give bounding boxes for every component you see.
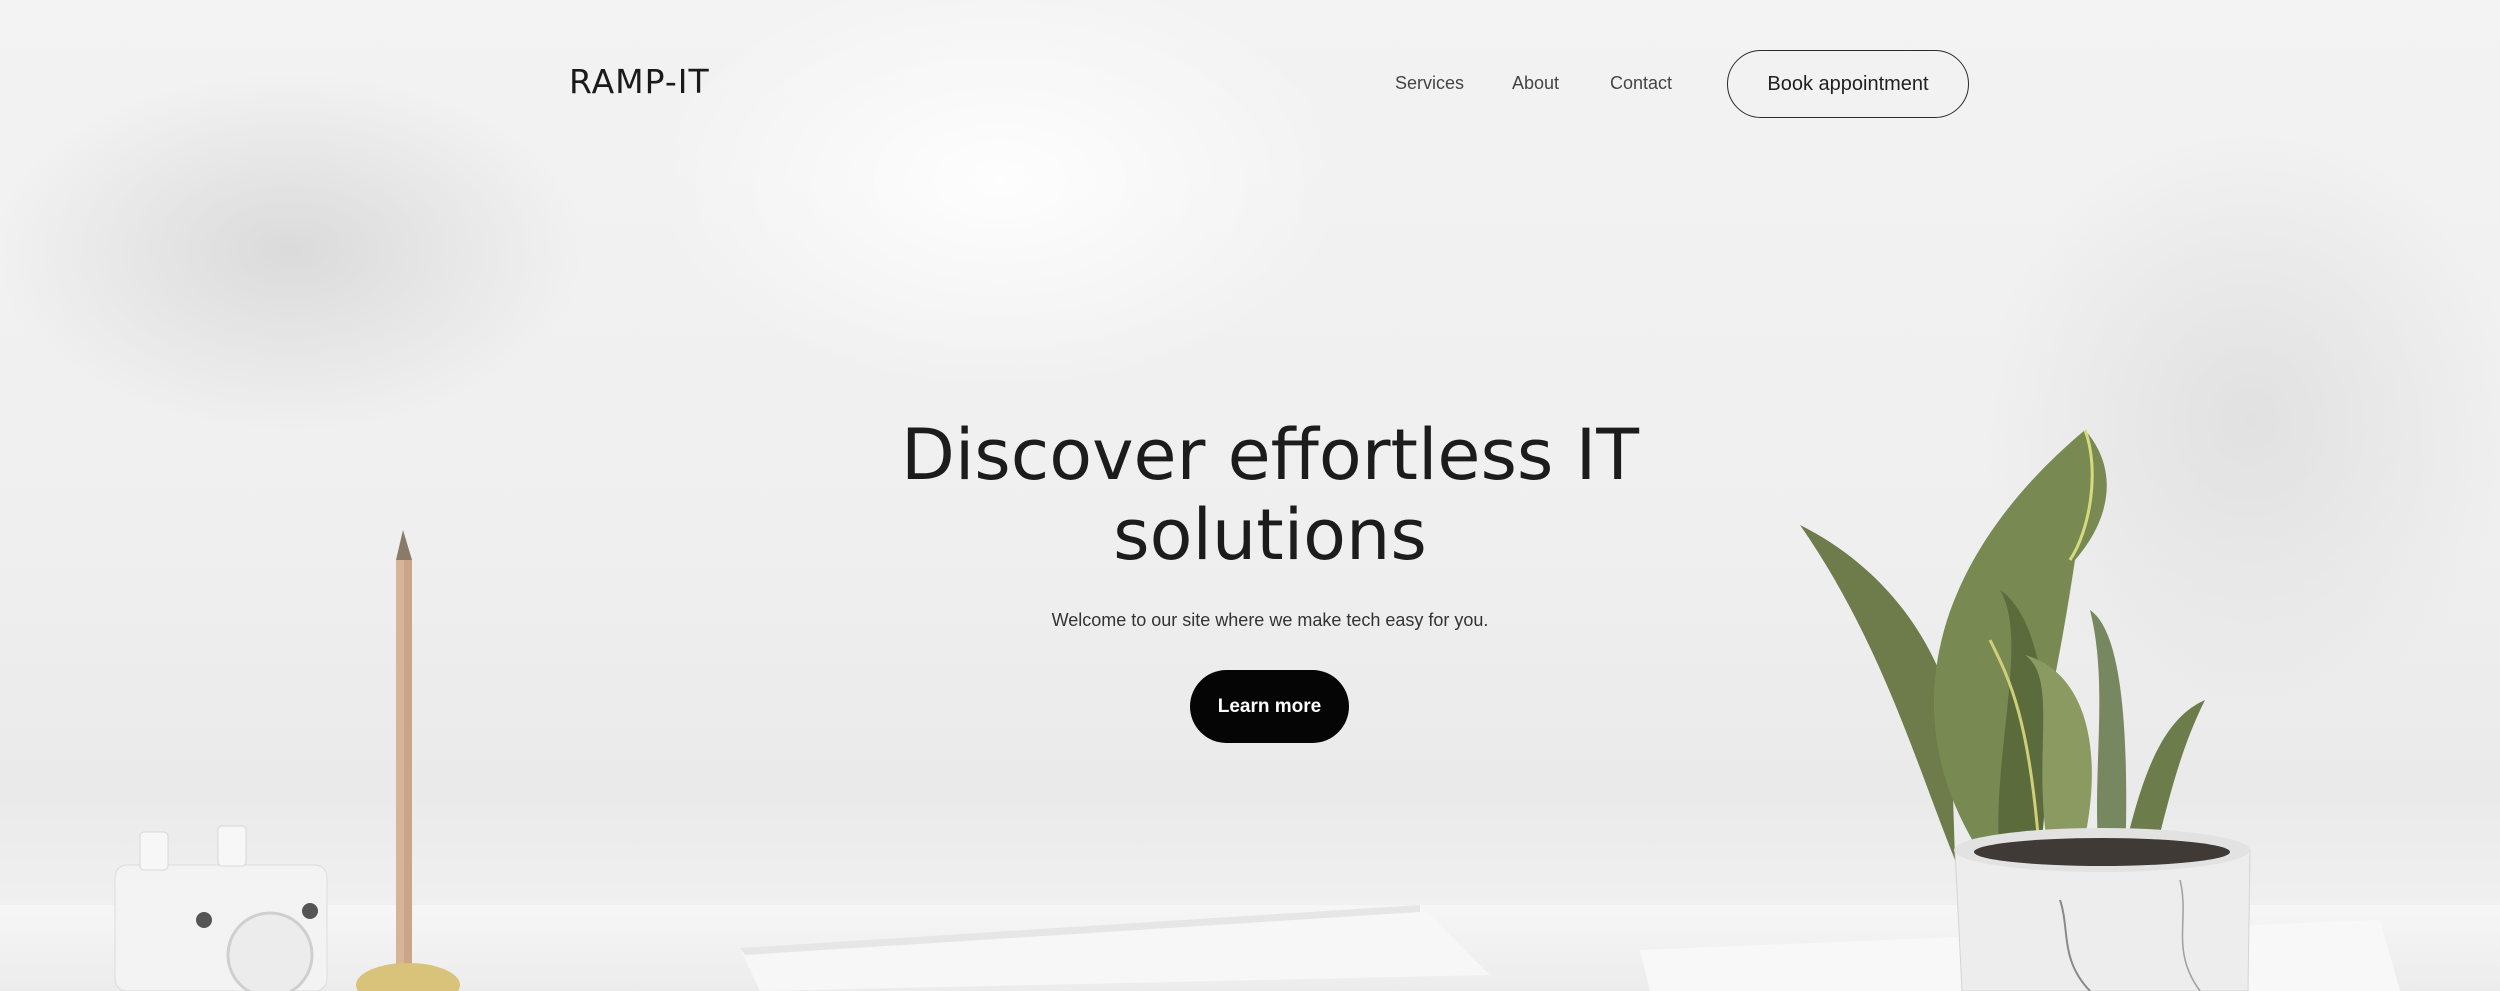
nav-link-contact[interactable]: Contact — [1610, 73, 1672, 94]
plant-icon — [1800, 429, 2205, 870]
hero-title-line2: solutions — [1113, 494, 1427, 576]
hero-title: Discover effortless IT solutions — [850, 415, 1690, 575]
pencil-icon — [356, 530, 460, 991]
hero-title-line1: Discover effortless IT — [900, 414, 1640, 496]
speaker-icon — [114, 825, 328, 991]
book-appointment-button[interactable]: Book appointment — [1727, 50, 1969, 118]
hero-subtitle: Welcome to our site where we make tech e… — [1051, 610, 1489, 630]
nav-link-about[interactable]: About — [1512, 73, 1559, 94]
brand-logo[interactable]: RAMP-IT — [569, 62, 710, 101]
nav-link-services[interactable]: Services — [1395, 73, 1464, 94]
plant-pot-icon — [1954, 828, 2251, 991]
top-navigation: RAMP-IT Services About Contact Book appo… — [0, 0, 2500, 170]
learn-more-button[interactable]: Learn more — [1190, 670, 1349, 743]
